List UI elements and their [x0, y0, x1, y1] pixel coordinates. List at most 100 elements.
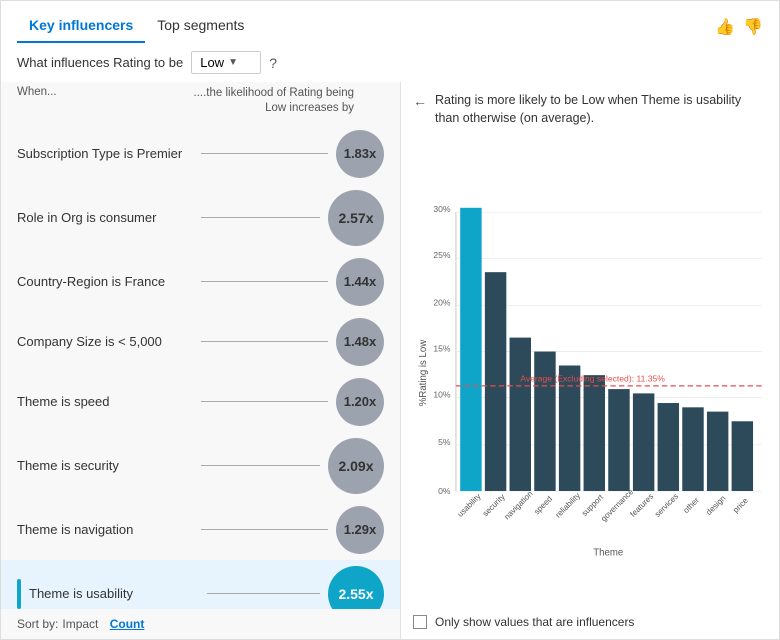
influencer-item[interactable]: Role in Org is consumer 2.57x: [1, 184, 400, 252]
header-icons: 👍 👎: [715, 17, 763, 37]
thumbdown-icon[interactable]: 👎: [743, 17, 763, 37]
main-container: Key influencers Top segments 👍 👎 What in…: [0, 0, 780, 640]
svg-text:Average (Excluding selected):: Average (Excluding selected): 11.35%: [520, 374, 665, 384]
influencer-label: Theme is security: [17, 458, 201, 473]
sort-impact[interactable]: Impact: [62, 617, 98, 631]
svg-text:5%: 5%: [438, 437, 451, 447]
influencer-bubble: 1.29x: [336, 506, 384, 554]
likelihood-header: ....the likelihood of Rating being Low i…: [186, 86, 385, 116]
chart-area: %Rating is Low 0% 5% 10%: [413, 137, 767, 629]
when-header: When...: [17, 86, 186, 116]
right-panel-header: ← Rating is more likely to be Low when T…: [413, 92, 767, 127]
svg-text:design: design: [704, 494, 727, 517]
influencer-item-selected[interactable]: Theme is usability 2.55x: [1, 560, 400, 609]
sort-separator: [102, 617, 105, 631]
bar-reliability[interactable]: [559, 365, 580, 491]
dropdown-value: Low: [200, 55, 224, 70]
svg-text:30%: 30%: [433, 204, 451, 214]
left-panel: When... ....the likelihood of Rating bei…: [1, 82, 401, 639]
bar-other[interactable]: [682, 407, 703, 491]
chart-footer: Only show values that are influencers: [413, 609, 767, 629]
chevron-down-icon: ▼: [228, 57, 238, 68]
svg-text:other: other: [682, 495, 702, 515]
subtitle-bar: What influences Rating to be Low ▼ ?: [1, 43, 779, 82]
influencer-item[interactable]: Theme is speed 1.20x: [1, 372, 400, 432]
bar-security[interactable]: [485, 272, 506, 491]
svg-text:Theme: Theme: [593, 547, 623, 558]
influencer-connector: 1.29x: [201, 506, 385, 554]
influencer-bubble: 1.83x: [336, 130, 384, 178]
influencer-connector: 2.55x: [207, 566, 385, 609]
connector-line: [201, 401, 329, 402]
influencer-item[interactable]: Theme is security 2.09x: [1, 432, 400, 500]
svg-text:0%: 0%: [438, 486, 451, 496]
subtitle-label: What influences Rating to be: [17, 55, 183, 70]
tab-key-influencers[interactable]: Key influencers: [17, 11, 145, 43]
bar-design[interactable]: [707, 412, 728, 491]
svg-text:10%: 10%: [433, 390, 451, 400]
influencer-item[interactable]: Theme is navigation 1.29x: [1, 500, 400, 560]
sort-by-label: Sort by:: [17, 617, 58, 631]
influencer-label: Company Size is < 5,000: [17, 334, 201, 349]
bar-chart: %Rating is Low 0% 5% 10%: [413, 137, 767, 609]
column-headers: When... ....the likelihood of Rating bei…: [1, 82, 400, 120]
sort-bar: Sort by: Impact Count: [1, 609, 400, 639]
bar-support[interactable]: [584, 375, 605, 491]
influencer-filter-checkbox[interactable]: [413, 615, 427, 629]
influencer-bubble: 2.57x: [328, 190, 384, 246]
svg-text:speed: speed: [532, 494, 554, 516]
influencer-bubble: 1.48x: [336, 318, 384, 366]
selected-indicator: [17, 579, 21, 609]
influencer-label: Subscription Type is Premier: [17, 146, 201, 161]
back-arrow-icon[interactable]: ←: [413, 93, 427, 109]
influencer-bubble: 2.09x: [328, 438, 384, 494]
connector-line: [207, 593, 321, 594]
influencer-item[interactable]: Company Size is < 5,000 1.48x: [1, 312, 400, 372]
influencer-bubble: 1.20x: [336, 378, 384, 426]
bar-navigation[interactable]: [510, 338, 531, 491]
influencer-label: Theme is usability: [29, 586, 207, 601]
thumbup-icon[interactable]: 👍: [715, 17, 735, 37]
influencer-connector: 2.09x: [201, 438, 385, 494]
connector-line: [201, 153, 329, 154]
bar-price[interactable]: [732, 421, 753, 491]
svg-text:%Rating is Low: %Rating is Low: [418, 340, 429, 406]
influencer-bubble: 1.44x: [336, 258, 384, 306]
bar-usability[interactable]: [460, 208, 481, 491]
tab-top-segments[interactable]: Top segments: [145, 11, 256, 43]
connector-line: [201, 529, 329, 530]
header: Key influencers Top segments 👍 👎: [1, 1, 779, 43]
chart-svg-container: %Rating is Low 0% 5% 10%: [413, 137, 767, 609]
rating-dropdown[interactable]: Low ▼: [191, 51, 261, 74]
influencer-connector: 1.44x: [201, 258, 385, 306]
sort-count[interactable]: Count: [110, 617, 145, 631]
connector-line: [201, 217, 321, 218]
influencer-connector: 1.83x: [201, 130, 385, 178]
bar-governance[interactable]: [608, 389, 629, 491]
main-content: When... ....the likelihood of Rating bei…: [1, 82, 779, 639]
influencer-bubble: 2.55x: [328, 566, 384, 609]
bar-features[interactable]: [633, 393, 654, 491]
influencer-item[interactable]: Subscription Type is Premier 1.83x: [1, 124, 400, 184]
influencer-connector: 1.20x: [201, 378, 385, 426]
help-icon[interactable]: ?: [269, 55, 277, 71]
bar-services[interactable]: [658, 403, 679, 491]
right-panel-title: Rating is more likely to be Low when The…: [435, 92, 767, 127]
svg-text:governance: governance: [599, 487, 635, 523]
bar-speed[interactable]: [534, 352, 555, 491]
svg-text:usability: usability: [456, 492, 483, 519]
influencer-label: Theme is speed: [17, 394, 201, 409]
connector-line: [201, 281, 329, 282]
influencer-list: Subscription Type is Premier 1.83x Role …: [1, 120, 400, 609]
influencer-item[interactable]: Country-Region is France 1.44x: [1, 252, 400, 312]
influencer-connector: 1.48x: [201, 318, 385, 366]
svg-text:15%: 15%: [433, 344, 451, 354]
svg-text:20%: 20%: [433, 297, 451, 307]
svg-text:reliability: reliability: [554, 491, 582, 519]
influencer-label: Theme is navigation: [17, 522, 201, 537]
right-panel: ← Rating is more likely to be Low when T…: [401, 82, 779, 639]
tabs: Key influencers Top segments: [17, 11, 256, 43]
influencer-connector: 2.57x: [201, 190, 385, 246]
influencer-label: Role in Org is consumer: [17, 210, 201, 225]
connector-line: [201, 341, 329, 342]
